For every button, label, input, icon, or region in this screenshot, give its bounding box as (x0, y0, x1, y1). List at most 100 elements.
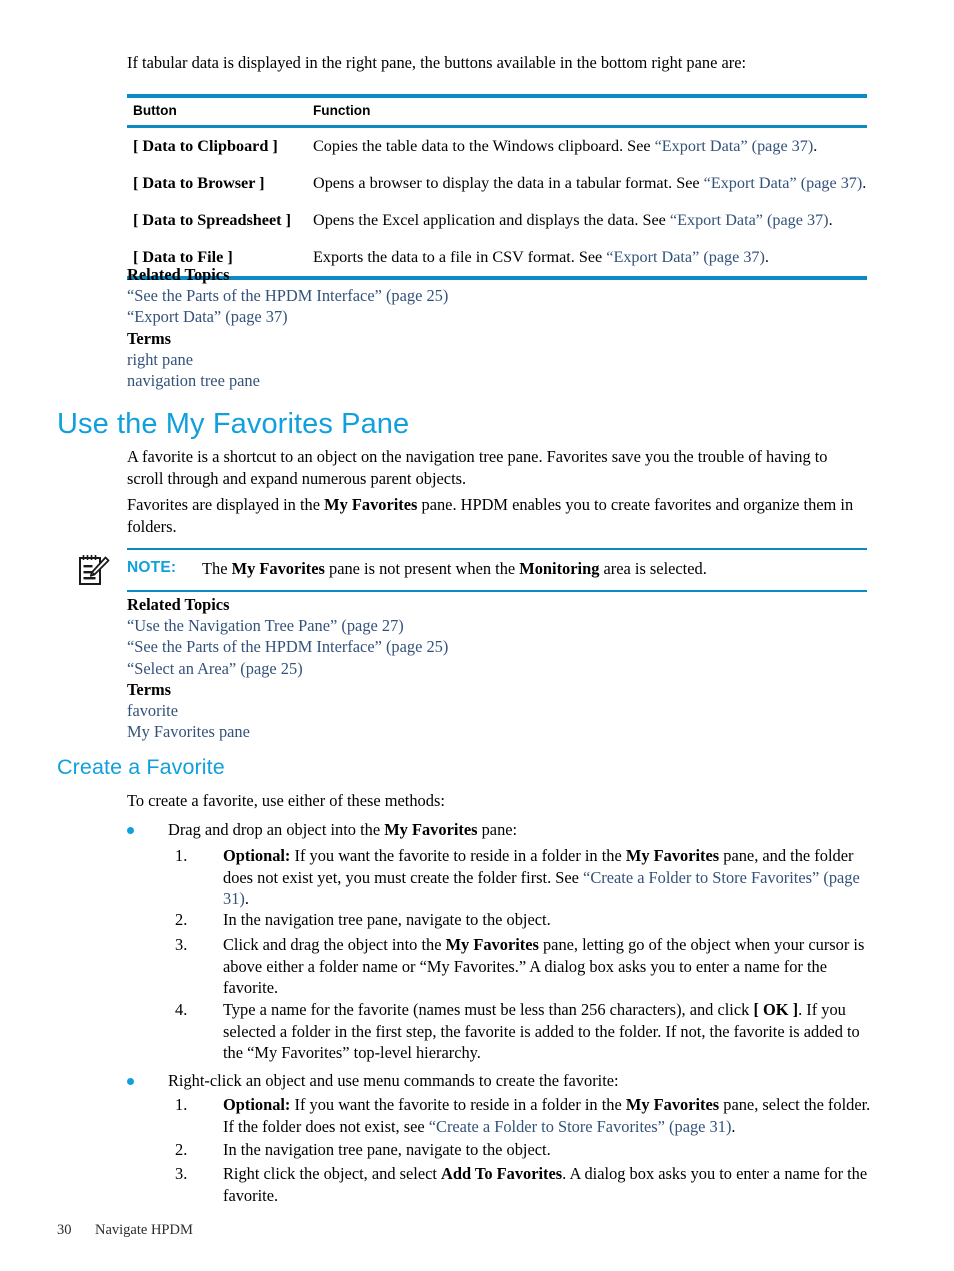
notepad-pencil-icon (75, 551, 113, 589)
step-text: Type a name for the favorite (names must… (223, 999, 871, 1064)
terms-heading: Terms (127, 679, 172, 699)
step-text-a: Type a name for the favorite (names must… (223, 1000, 754, 1019)
step-emphasis-optional: Optional: (223, 846, 291, 865)
step-number: 3. (175, 1164, 188, 1183)
subsection-intro-text: To create a favorite, use either of thes… (127, 791, 445, 810)
emphasis-my-favorites: My Favorites (384, 820, 478, 839)
note-label: NOTE: (127, 559, 177, 576)
section-paragraph: A favorite is a shortcut to an object on… (127, 446, 865, 489)
step-text: Right click the object, and select Add T… (223, 1163, 871, 1206)
emphasis-my-favorites: My Favorites (625, 1095, 720, 1114)
term-link[interactable]: My Favorites pane (127, 721, 727, 742)
paragraph-text: A favorite is a shortcut to an object on… (127, 447, 828, 488)
bullet-text-c: pane: (477, 820, 518, 839)
emphasis-add-to-favorites: Add To Favorites (441, 1164, 563, 1183)
bullet-text-a: Drag and drop an object into the (168, 820, 385, 839)
table-cell-function: Opens a browser to display the data in a… (307, 165, 867, 202)
step-text: In the navigation tree pane, navigate to… (223, 1139, 871, 1161)
step-text-a: If you want the favorite to reside in a … (290, 1095, 626, 1114)
document-page: If tabular data is displayed in the righ… (0, 0, 954, 1271)
terms-heading: Terms (127, 328, 172, 348)
section-paragraph: Favorites are displayed in the My Favori… (127, 494, 865, 537)
table-cell-function: Copies the table data to the Windows cli… (307, 128, 867, 165)
function-text-post: . (862, 174, 867, 192)
table-cell-function: Opens the Excel application and displays… (307, 202, 867, 239)
table-header-row: Button Function (127, 98, 867, 125)
step-text-d: . (731, 1116, 736, 1136)
note-top-rule (127, 548, 867, 550)
paragraph-text-a: Favorites are displayed in the (127, 495, 325, 514)
intro-paragraph: If tabular data is displayed in the righ… (127, 52, 872, 74)
note-text: The My Favorites pane is not present whe… (202, 558, 862, 579)
xref-link[interactable]: “Export Data” (page 37) (655, 137, 814, 155)
note-text-e: area is selected. (599, 559, 707, 578)
table-cell-button: [ Data to Spreadsheet ] (133, 211, 291, 229)
related-topics-heading: Related Topics (127, 595, 230, 614)
footer-chapter: Navigate HPDM (95, 1222, 193, 1238)
term-link[interactable]: favorite (127, 700, 727, 721)
table-header-button: Button (133, 103, 177, 118)
function-text-pre: Opens the Excel application and displays… (313, 211, 670, 229)
page-footer: 30 Navigate HPDM (57, 1222, 193, 1239)
bullet-text: Drag and drop an object into the My Favo… (168, 819, 867, 841)
button-function-table: Button Function [ Data to Clipboard ] Co… (127, 94, 867, 280)
table-row: [ Data to Browser ] Opens a browser to d… (127, 165, 867, 202)
step-text-a: Right click the object, and select (223, 1164, 442, 1183)
bullet-icon (127, 827, 134, 834)
step-number: 4. (175, 1000, 188, 1019)
step-number: 2. (175, 1140, 188, 1159)
function-text-pre: Opens a browser to display the data in a… (313, 174, 704, 192)
subsection-heading: Create a Favorite (57, 755, 225, 779)
related-topic-link[interactable]: “See the Parts of the HPDM Interface” (p… (127, 285, 727, 306)
emphasis-my-favorites: My Favorites (324, 495, 418, 514)
step-number: 2. (175, 910, 188, 929)
bullet-text: Right-click an object and use menu comma… (168, 1071, 619, 1090)
step-text: Optional: If you want the favorite to re… (223, 845, 871, 910)
table-cell-button: [ Data to Clipboard ] (133, 137, 278, 155)
xref-link[interactable]: “Export Data” (page 37) (670, 211, 829, 229)
step-text-a: If you want the favorite to reside in a … (290, 846, 626, 865)
emphasis-my-favorites: My Favorites (231, 559, 325, 578)
related-topics-block: Related Topics “Use the Navigation Tree … (127, 594, 727, 742)
related-topic-link[interactable]: “Use the Navigation Tree Pane” (page 27) (127, 615, 727, 636)
note-text-c: pane is not present when the (324, 559, 520, 578)
step-number: 1. (175, 1095, 188, 1114)
table-row: [ Data to Spreadsheet ] Opens the Excel … (127, 202, 867, 239)
function-text-post: . (828, 211, 833, 229)
xref-link[interactable]: “Export Data” (page 37) (704, 174, 863, 192)
term-link[interactable]: navigation tree pane (127, 370, 727, 391)
emphasis-my-favorites: My Favorites (445, 935, 539, 954)
table-header-function: Function (313, 103, 371, 118)
related-topics-heading: Related Topics (127, 265, 230, 284)
emphasis-my-favorites: My Favorites (625, 846, 720, 865)
subsection-intro: To create a favorite, use either of thes… (127, 790, 865, 812)
step-text-d: . (244, 889, 249, 908)
step-text: In the navigation tree pane, navigate to… (223, 909, 871, 931)
note-callout: NOTE: The My Favorites pane is not prese… (75, 548, 867, 592)
related-topics-block: Related Topics “See the Parts of the HPD… (127, 264, 727, 391)
emphasis-ok-button: [ OK ] (753, 1000, 799, 1019)
function-text-post: . (764, 248, 769, 266)
function-text-post: . (813, 137, 818, 155)
step-number: 1. (175, 846, 188, 865)
step-text: Click and drag the object into the My Fa… (223, 934, 871, 999)
step-text-a: In the navigation tree pane, navigate to… (223, 1140, 551, 1159)
related-topic-link[interactable]: “Select an Area” (page 25) (127, 658, 727, 679)
note-text-a: The (202, 559, 232, 578)
related-topic-link[interactable]: “Export Data” (page 37) (127, 306, 727, 327)
step-emphasis-optional: Optional: (223, 1095, 291, 1114)
function-text-pre: Copies the table data to the Windows cli… (313, 137, 655, 155)
step-text: Optional: If you want the favorite to re… (223, 1094, 871, 1137)
xref-link[interactable]: “Create a Folder to Store Favorites” (pa… (429, 1117, 732, 1136)
term-link[interactable]: right pane (127, 349, 727, 370)
step-number: 3. (175, 935, 188, 954)
note-bottom-rule (127, 590, 867, 592)
section-heading: Use the My Favorites Pane (57, 408, 410, 440)
step-text-a: In the navigation tree pane, navigate to… (223, 910, 551, 929)
step-text-a: Click and drag the object into the (223, 935, 446, 954)
table-cell-button: [ Data to Browser ] (133, 174, 265, 192)
emphasis-monitoring: Monitoring (519, 559, 600, 578)
footer-page-number: 30 (57, 1222, 72, 1238)
table-row: [ Data to Clipboard ] Copies the table d… (127, 128, 867, 165)
related-topic-link[interactable]: “See the Parts of the HPDM Interface” (p… (127, 636, 727, 657)
